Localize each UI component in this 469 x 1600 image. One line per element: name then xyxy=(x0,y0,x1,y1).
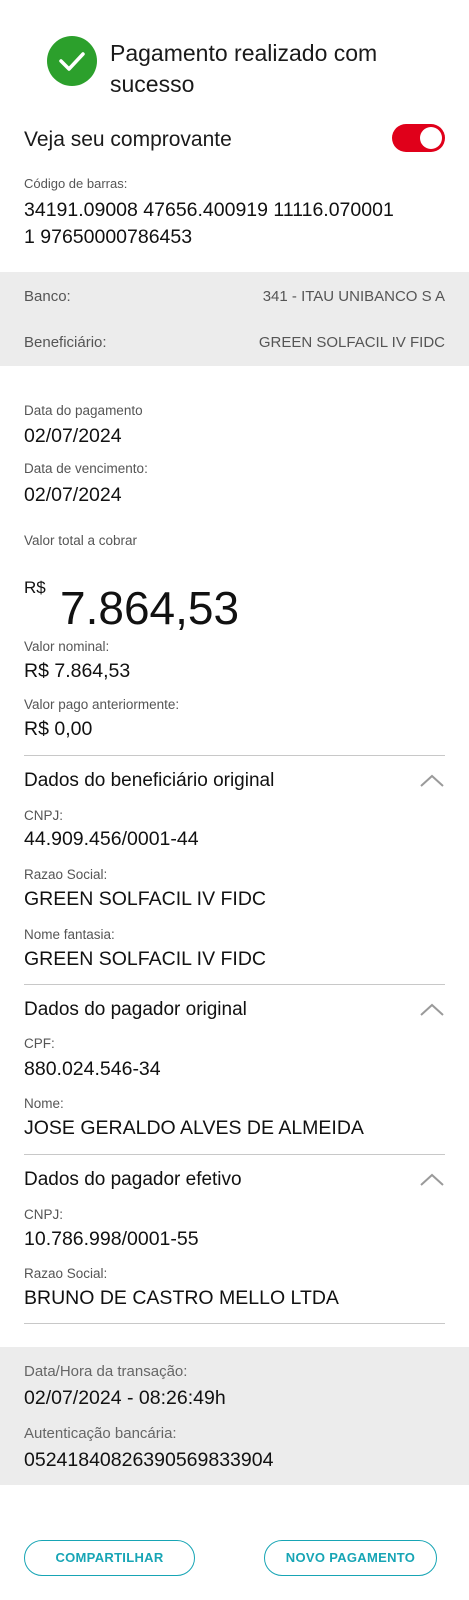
effective-payer-razao-value: BRUNO DE CASTRO MELLO LTDA xyxy=(24,1287,339,1309)
bank-authentication-label: Autenticação bancária: xyxy=(24,1425,177,1442)
divider xyxy=(24,755,445,756)
receipt-toggle-row: Veja seu comprovante xyxy=(0,122,469,158)
payment-date-value: 02/07/2024 xyxy=(24,425,122,447)
check-icon xyxy=(47,36,97,86)
original-beneficiary-razao-label: Razao Social: xyxy=(24,867,108,882)
due-date-value: 02/07/2024 xyxy=(24,484,122,506)
success-header: Pagamento realizado com sucesso xyxy=(0,0,469,110)
divider xyxy=(24,1323,445,1324)
barcode-label: Código de barras: xyxy=(24,176,128,191)
effective-payer-title[interactable]: Dados do pagador efetivo xyxy=(24,1168,242,1192)
bank-label: Banco: xyxy=(24,288,71,305)
due-date-label: Data de vencimento: xyxy=(24,461,148,476)
total-currency: R$ xyxy=(24,578,46,597)
transaction-panel: Data/Hora da transação: 02/07/2024 - 08:… xyxy=(0,1347,469,1485)
original-payer-title[interactable]: Dados do pagador original xyxy=(24,998,247,1022)
divider xyxy=(24,984,445,985)
barcode-line-1: 34191.09008 47656.400919 11116.070001 xyxy=(24,199,394,221)
original-beneficiary-fantasia-value: GREEN SOLFACIL IV FIDC xyxy=(24,948,266,970)
effective-payer-cnpj-value: 10.786.998/0001-55 xyxy=(24,1228,199,1250)
original-payer-cpf-label: CPF: xyxy=(24,1036,55,1051)
effective-payer-cnpj-label: CNPJ: xyxy=(24,1207,64,1222)
original-beneficiary-title[interactable]: Dados do beneficiário original xyxy=(24,769,274,793)
original-beneficiary-cnpj-label: CNPJ: xyxy=(24,808,64,823)
total-label: Valor total a cobrar xyxy=(24,533,138,548)
bank-authentication-value: 05241840826390569833904 xyxy=(24,1449,274,1471)
transaction-datetime-value: 02/07/2024 - 08:26:49h xyxy=(24,1387,226,1409)
original-payer-nome-value: JOSE GERALDO ALVES DE ALMEIDA xyxy=(24,1117,364,1139)
toggle-knob xyxy=(420,127,442,149)
nominal-label: Valor nominal: xyxy=(24,639,110,654)
previous-label: Valor pago anteriormente: xyxy=(24,697,180,712)
new-payment-button[interactable]: NOVO PAGAMENTO xyxy=(264,1540,437,1576)
original-beneficiary-fantasia-label: Nome fantasia: xyxy=(24,927,115,942)
effective-payer-razao-label: Razao Social: xyxy=(24,1266,108,1281)
beneficiary-row: Beneficiário: GREEN SOLFACIL IV FIDC xyxy=(24,334,445,358)
beneficiary-value: GREEN SOLFACIL IV FIDC xyxy=(258,334,445,351)
nominal-value: R$ 7.864,53 xyxy=(24,660,131,682)
original-beneficiary-razao-value: GREEN SOLFACIL IV FIDC xyxy=(24,888,266,910)
receipt-toggle-label: Veja seu comprovante xyxy=(24,128,232,151)
original-beneficiary-cnpj-value: 44.909.456/0001-44 xyxy=(24,828,199,850)
chevron-up-icon[interactable] xyxy=(419,1171,445,1189)
divider xyxy=(24,1154,445,1155)
success-title: Pagamento realizado com sucesso xyxy=(110,40,378,97)
share-button[interactable]: COMPARTILHAR xyxy=(24,1540,195,1576)
barcode-line-2: 1 97650000786453 xyxy=(24,226,193,248)
chevron-up-icon[interactable] xyxy=(419,1001,445,1019)
bank-row: Banco: 341 - ITAU UNIBANCO S A xyxy=(24,288,445,312)
chevron-up-icon[interactable] xyxy=(419,772,445,790)
payment-date-label: Data do pagamento xyxy=(24,403,143,418)
bank-info-panel: Banco: 341 - ITAU UNIBANCO S A Beneficiá… xyxy=(0,272,469,366)
transaction-datetime-label: Data/Hora da transação: xyxy=(24,1363,188,1380)
total-amount: 7.864,53 xyxy=(60,582,240,634)
beneficiary-label: Beneficiário: xyxy=(24,334,107,351)
receipt-toggle[interactable] xyxy=(392,124,445,152)
original-payer-cpf-value: 880.024.546-34 xyxy=(24,1058,161,1080)
previous-value: R$ 0,00 xyxy=(24,718,93,740)
original-payer-nome-label: Nome: xyxy=(24,1096,64,1111)
bank-value: 341 - ITAU UNIBANCO S A xyxy=(262,288,445,305)
